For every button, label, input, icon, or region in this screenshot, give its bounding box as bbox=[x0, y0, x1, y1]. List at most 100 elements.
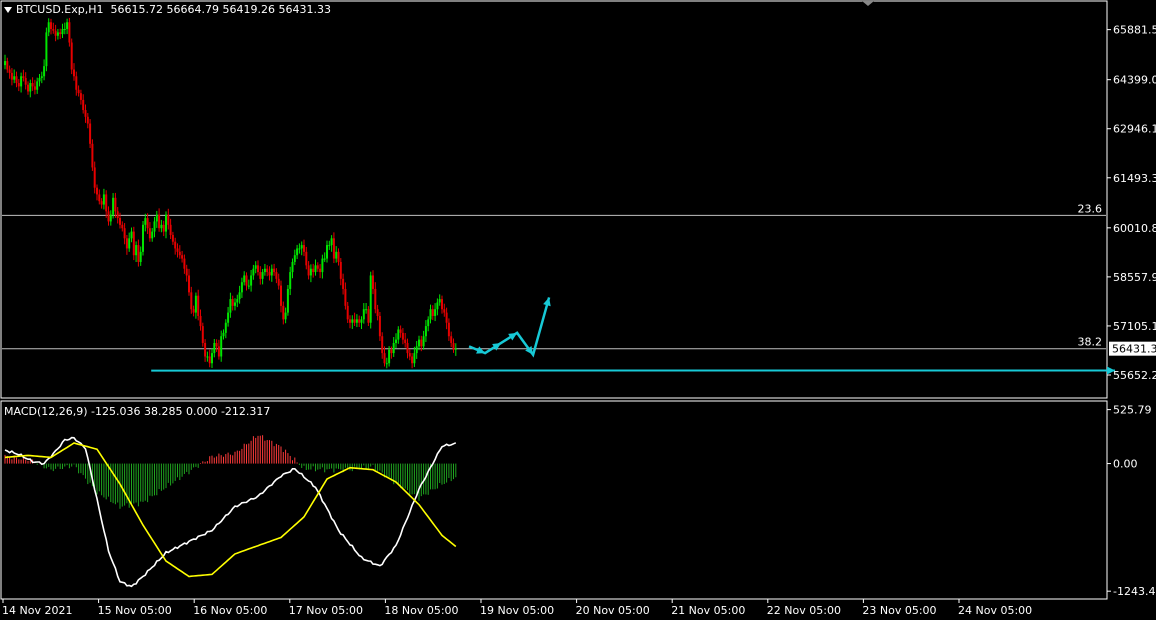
candle bbox=[59, 28, 62, 40]
candle bbox=[151, 228, 154, 242]
candle bbox=[245, 272, 248, 291]
candle bbox=[238, 285, 241, 304]
chart-header: BTCUSD.Exp,H1 56615.72 56664.79 56419.26… bbox=[4, 3, 331, 16]
candle bbox=[227, 306, 230, 327]
candle bbox=[392, 337, 395, 357]
candle bbox=[259, 266, 262, 285]
candle bbox=[204, 339, 207, 362]
x-tick-label: 17 Nov 05:00 bbox=[289, 604, 363, 617]
candle bbox=[222, 329, 225, 340]
main-panel-border bbox=[0, 0, 1108, 399]
candle bbox=[29, 79, 32, 98]
candle bbox=[243, 271, 246, 286]
price-axis: 65881.5 64399.0 62946.1 61493.3 60010.8 58557… bbox=[1107, 24, 1156, 382]
candle bbox=[89, 119, 92, 149]
x-tick-label: 15 Nov 05:00 bbox=[98, 604, 172, 617]
macd-y-tick-label: 0.00 bbox=[1113, 458, 1138, 471]
candle bbox=[171, 231, 174, 245]
candle bbox=[252, 264, 255, 280]
fib-label-23.6: 23.6 bbox=[1078, 202, 1103, 215]
candle bbox=[165, 211, 167, 239]
candle bbox=[438, 294, 441, 306]
candle bbox=[441, 295, 443, 314]
candle bbox=[63, 22, 66, 35]
candle bbox=[160, 219, 163, 233]
candle bbox=[289, 266, 292, 296]
fib-label-38.2: 38.2 bbox=[1078, 336, 1103, 349]
candle bbox=[162, 220, 165, 237]
candle bbox=[280, 280, 282, 313]
candle bbox=[344, 282, 347, 310]
candle bbox=[54, 24, 57, 42]
chart-root: 23.6 38.2 65881.5 64399.0 62946.1 61493.3 600… bbox=[0, 0, 1156, 617]
x-tick-label: 18 Nov 05:00 bbox=[384, 604, 458, 617]
x-tick-label: 20 Nov 05:00 bbox=[576, 604, 650, 617]
candle bbox=[266, 265, 269, 277]
candle bbox=[346, 301, 349, 323]
candle bbox=[273, 263, 276, 276]
candle bbox=[148, 222, 151, 242]
candle bbox=[296, 244, 299, 260]
y-tick-label: 55652.2 bbox=[1113, 369, 1156, 382]
candle bbox=[169, 218, 172, 240]
candle bbox=[316, 262, 319, 272]
symbol-label: BTCUSD.Exp,H1 bbox=[16, 3, 104, 16]
candle bbox=[277, 273, 280, 290]
candle bbox=[176, 243, 179, 258]
candle bbox=[381, 332, 384, 359]
candle bbox=[434, 303, 437, 322]
candle bbox=[332, 232, 335, 264]
y-tick-label: 64399.0 bbox=[1113, 74, 1156, 87]
candle bbox=[91, 139, 94, 171]
candle bbox=[197, 289, 200, 321]
time-axis: 14 Nov 2021 15 Nov 05:00 16 Nov 05:00 17 No… bbox=[2, 599, 1032, 617]
current-price-marker: 56431.3 bbox=[1109, 341, 1156, 356]
candle bbox=[353, 312, 356, 326]
candle bbox=[121, 221, 124, 232]
candle bbox=[326, 240, 328, 263]
candle bbox=[450, 331, 453, 348]
candle bbox=[73, 63, 75, 81]
candle bbox=[250, 270, 253, 292]
candle bbox=[339, 258, 342, 286]
candle bbox=[125, 234, 128, 255]
y-tick-label: 65881.5 bbox=[1113, 24, 1156, 37]
candle bbox=[452, 338, 455, 353]
macd-panel[interactable] bbox=[0, 400, 1108, 600]
candle bbox=[291, 258, 294, 279]
ohlc-values: 56615.72 56664.79 56419.26 56431.33 bbox=[110, 3, 331, 16]
candle bbox=[116, 207, 119, 224]
candle bbox=[330, 235, 333, 252]
candle bbox=[429, 304, 432, 324]
candle bbox=[86, 113, 89, 129]
candle bbox=[415, 341, 418, 359]
candle bbox=[75, 71, 78, 96]
candle bbox=[56, 28, 59, 40]
candle bbox=[114, 192, 117, 218]
candle bbox=[418, 335, 420, 351]
main-price-panel[interactable]: 23.6 38.2 bbox=[0, 0, 1116, 399]
candle bbox=[404, 332, 407, 348]
candle bbox=[96, 184, 98, 201]
candle bbox=[378, 311, 381, 341]
candle bbox=[431, 305, 434, 321]
candle bbox=[22, 69, 25, 82]
candle bbox=[263, 263, 266, 276]
candle bbox=[355, 314, 358, 328]
price-marker-label: 56431.3 bbox=[1112, 343, 1156, 356]
candle bbox=[298, 243, 301, 254]
candle bbox=[312, 263, 315, 278]
symbol-menu-icon[interactable] bbox=[4, 7, 12, 13]
candle bbox=[102, 188, 105, 210]
candle bbox=[229, 292, 232, 318]
candle bbox=[38, 73, 41, 87]
candle bbox=[130, 227, 133, 243]
macd-y-tick-label: 525.79 bbox=[1113, 404, 1152, 417]
scroll-marker-icon[interactable] bbox=[862, 1, 874, 6]
x-tick-label: 23 Nov 05:00 bbox=[862, 604, 936, 617]
candle bbox=[215, 339, 218, 352]
candle bbox=[231, 295, 234, 311]
macd-panel-border bbox=[0, 400, 1108, 600]
macd-header: MACD(12,26,9) -125.036 38.285 0.000 -212… bbox=[4, 405, 270, 418]
candle bbox=[360, 316, 363, 330]
